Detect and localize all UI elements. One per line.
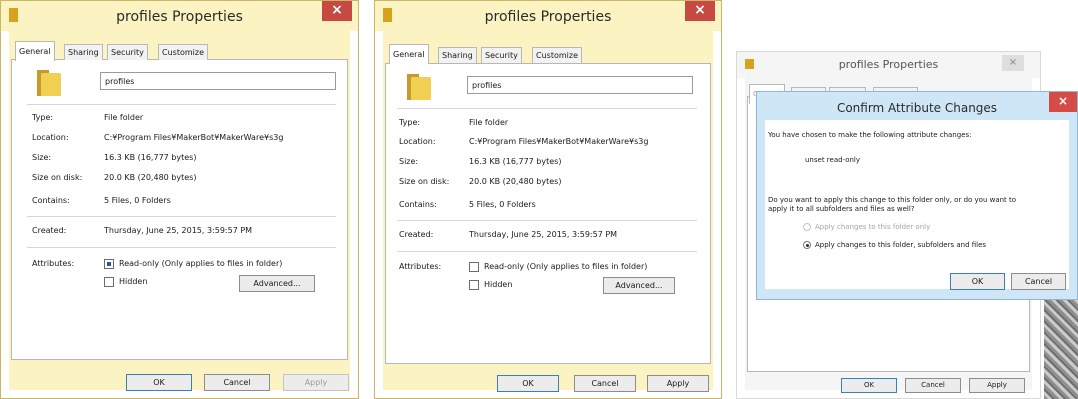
- folder-only-radio-label[interactable]: Apply changes to this folder only: [815, 223, 930, 231]
- cancel-button[interactable]: Cancel: [574, 375, 636, 392]
- tab-security[interactable]: Security: [107, 44, 148, 60]
- readonly-checkbox-label[interactable]: Read-only (Only applies to files in fold…: [119, 259, 282, 268]
- cancel-button[interactable]: Cancel: [204, 374, 270, 391]
- ok-button[interactable]: OK: [126, 374, 192, 391]
- title-bar[interactable]: profiles Properties ×: [737, 52, 1040, 78]
- tab-sharing[interactable]: Sharing: [64, 44, 103, 60]
- divider: [27, 104, 336, 105]
- created-label: Created:: [399, 230, 434, 239]
- title-bar[interactable]: profiles Properties ×: [1, 1, 358, 31]
- window-title: profiles Properties: [116, 9, 243, 25]
- close-button[interactable]: ×: [1049, 92, 1077, 112]
- type-label: Type:: [32, 113, 54, 122]
- dialog-body: You have chosen to make the following at…: [765, 120, 1069, 290]
- window-title: profiles Properties: [484, 9, 612, 25]
- attributes-label: Attributes:: [32, 259, 75, 268]
- confirm-attribute-changes-dialog: Confirm Attribute Changes × You have cho…: [756, 91, 1078, 300]
- folder-large-icon: [405, 71, 433, 101]
- contains-value: 5 Files, 0 Folders: [469, 200, 536, 209]
- advanced-button[interactable]: Advanced...: [239, 275, 315, 292]
- folder-name-input[interactable]: profiles: [100, 72, 336, 90]
- close-button[interactable]: ×: [322, 1, 352, 21]
- tab-general[interactable]: General: [389, 44, 429, 64]
- size-label: Size:: [32, 153, 52, 162]
- size-on-disk-label: Size on disk:: [399, 177, 450, 186]
- hidden-checkbox[interactable]: [104, 277, 114, 287]
- location-value: C:¥Program Files¥MakerBot¥MakerWare¥s3g: [104, 133, 284, 142]
- tab-security[interactable]: Security: [481, 47, 522, 63]
- attributes-label: Attributes:: [399, 262, 442, 271]
- close-button[interactable]: ×: [1002, 55, 1024, 71]
- folder-name-input[interactable]: profiles: [467, 76, 693, 94]
- hidden-checkbox-label[interactable]: Hidden: [484, 280, 512, 289]
- hidden-checkbox-label[interactable]: Hidden: [119, 277, 147, 286]
- tab-customize[interactable]: Customize: [532, 47, 582, 63]
- apply-button[interactable]: Apply: [283, 374, 349, 391]
- close-button[interactable]: ×: [685, 1, 715, 21]
- apply-button[interactable]: Apply: [647, 375, 709, 392]
- contains-label: Contains:: [32, 196, 70, 205]
- desktop-background: [1044, 300, 1078, 399]
- tab-general[interactable]: General: [15, 41, 55, 61]
- hidden-checkbox[interactable]: [469, 280, 479, 290]
- divider: [397, 251, 697, 252]
- apply-button[interactable]: Apply: [969, 378, 1025, 393]
- location-value: C:¥Program Files¥MakerBot¥MakerWare¥s3g: [469, 137, 649, 146]
- folder-large-icon: [35, 67, 63, 97]
- location-label: Location:: [32, 133, 69, 142]
- created-value: Thursday, June 25, 2015, 3:59:57 PM: [104, 226, 253, 235]
- size-label: Size:: [399, 157, 419, 166]
- all-subfolders-radio[interactable]: [803, 241, 811, 249]
- folder-only-radio[interactable]: [803, 223, 811, 231]
- size-on-disk-label: Size on disk:: [32, 173, 83, 182]
- readonly-checkbox-label[interactable]: Read-only (Only applies to files in fold…: [484, 262, 647, 271]
- readonly-checkbox[interactable]: [469, 262, 479, 272]
- question-line-1: Do you want to apply this change to this…: [768, 196, 1017, 204]
- created-label: Created:: [32, 226, 67, 235]
- type-label: Type:: [399, 118, 421, 127]
- size-on-disk-value: 20.0 KB (20,480 bytes): [469, 177, 562, 186]
- created-value: Thursday, June 25, 2015, 3:59:57 PM: [469, 230, 618, 239]
- all-subfolders-radio-label[interactable]: Apply changes to this folder, subfolders…: [815, 241, 986, 249]
- size-on-disk-value: 20.0 KB (20,480 bytes): [104, 173, 197, 182]
- title-bar[interactable]: profiles Properties ×: [375, 1, 721, 31]
- readonly-checkbox[interactable]: [104, 259, 114, 269]
- divider: [27, 247, 336, 248]
- tab-customize[interactable]: Customize: [158, 44, 208, 60]
- advanced-button[interactable]: Advanced...: [603, 277, 675, 294]
- type-value: File folder: [104, 113, 144, 122]
- ok-button[interactable]: OK: [841, 378, 897, 393]
- dialog-title: Confirm Attribute Changes: [836, 101, 998, 115]
- ok-button[interactable]: OK: [497, 375, 559, 392]
- window-title: profiles Properties: [838, 58, 939, 71]
- divider: [397, 108, 697, 109]
- divider: [397, 220, 697, 221]
- size-value: 16.3 KB (16,777 bytes): [469, 157, 562, 166]
- divider: [27, 216, 336, 217]
- contains-label: Contains:: [399, 200, 437, 209]
- tab-sharing[interactable]: Sharing: [438, 47, 477, 63]
- type-value: File folder: [469, 118, 509, 127]
- properties-window-2: profiles Properties × General Sharing Se…: [374, 0, 722, 399]
- cancel-button[interactable]: Cancel: [1011, 273, 1066, 290]
- location-label: Location:: [399, 137, 436, 146]
- properties-window-1: profiles Properties × General Sharing Se…: [0, 0, 359, 399]
- question-line-2: apply it to all subfolders and files as …: [768, 205, 915, 213]
- cancel-button[interactable]: Cancel: [905, 378, 961, 393]
- change-text: unset read-only: [805, 156, 861, 164]
- ok-button[interactable]: OK: [950, 273, 1005, 290]
- intro-text: You have chosen to make the following at…: [768, 131, 972, 139]
- size-value: 16.3 KB (16,777 bytes): [104, 153, 197, 162]
- contains-value: 5 Files, 0 Folders: [104, 196, 171, 205]
